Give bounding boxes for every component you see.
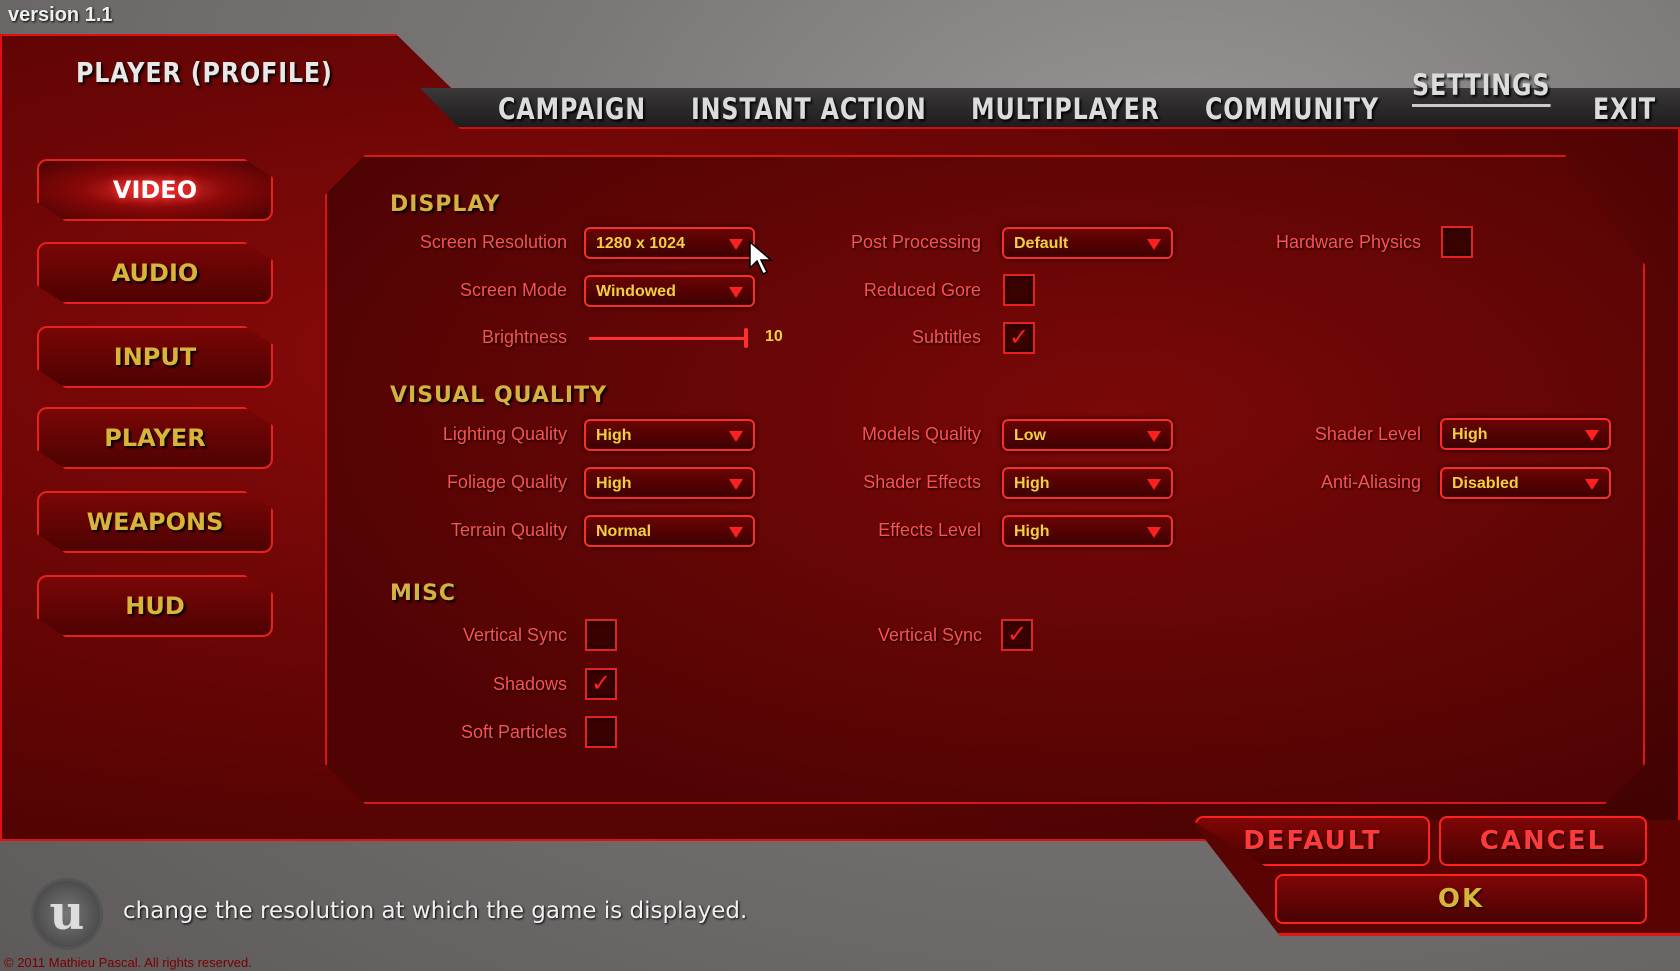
chevron-down-icon	[1147, 479, 1161, 490]
nav-exit[interactable]: EXIT	[1593, 92, 1656, 126]
shader-level-dropdown[interactable]: High	[1440, 418, 1611, 450]
screen-mode-label: Screen Mode	[459, 280, 567, 300]
sidebar-item-video[interactable]: VIDEO	[37, 159, 273, 221]
dropdown-value: High	[1014, 475, 1050, 492]
dropdown-value: High	[1452, 426, 1488, 443]
dropdown-value: Low	[1014, 427, 1046, 444]
ok-button[interactable]: OK	[1275, 874, 1647, 924]
logo-letter: u	[49, 885, 85, 941]
foliage-quality-label: Foliage Quality	[446, 472, 567, 492]
cancel-button[interactable]: CANCEL	[1439, 816, 1647, 866]
nav-instant-action[interactable]: INSTANT ACTION	[691, 92, 927, 126]
dropdown-value: High	[596, 427, 632, 444]
mouse-cursor-icon	[749, 240, 774, 276]
dropdown-value: Normal	[596, 523, 652, 540]
dropdown-value: Disabled	[1452, 475, 1519, 492]
hardware-physics-checkbox[interactable]	[1441, 226, 1473, 258]
shadows-checkbox[interactable]: ✓	[585, 668, 617, 700]
foliage-quality-dropdown[interactable]: High	[584, 467, 755, 499]
section-display-heading: DISPLAY	[390, 192, 501, 217]
models-quality-label: Models Quality	[861, 424, 981, 444]
effects-level-label: Effects Level	[878, 520, 981, 540]
hardware-physics-label: Hardware Physics	[1275, 232, 1421, 252]
check-icon: ✓	[1006, 621, 1028, 648]
reduced-gore-label: Reduced Gore	[863, 280, 981, 300]
dropdown-value: High	[1014, 523, 1050, 540]
shader-level-label: Shader Level	[1314, 424, 1421, 444]
vertical-sync-checkbox[interactable]	[585, 619, 617, 651]
help-hint-text: change the resolution at which the game …	[123, 898, 748, 924]
vertical-sync-2-checkbox[interactable]: ✓	[1001, 619, 1033, 651]
dropdown-value: High	[596, 475, 632, 492]
screen-mode-dropdown[interactable]: Windowed	[584, 275, 755, 307]
brightness-slider[interactable]	[589, 337, 747, 340]
vertical-sync-2-label: Vertical Sync	[877, 625, 982, 645]
copyright-text: © 2011 Mathieu Pascal. All rights reserv…	[4, 955, 252, 970]
section-misc-heading: MISC	[390, 581, 457, 606]
nav-settings[interactable]: SETTINGS	[1412, 68, 1551, 107]
section-visual-quality-heading: VISUAL QUALITY	[390, 383, 608, 408]
sidebar-item-audio[interactable]: AUDIO	[37, 242, 273, 304]
version-label: version 1.1	[8, 4, 113, 26]
reduced-gore-checkbox[interactable]	[1003, 274, 1035, 306]
check-icon: ✓	[1008, 324, 1030, 351]
shader-effects-dropdown[interactable]: High	[1002, 467, 1173, 499]
brightness-label: Brightness	[481, 327, 567, 347]
lighting-quality-label: Lighting Quality	[442, 424, 567, 444]
vertical-sync-label: Vertical Sync	[462, 625, 567, 645]
chevron-down-icon	[1147, 239, 1161, 250]
sidebar-item-input[interactable]: INPUT	[37, 326, 273, 388]
effects-level-dropdown[interactable]: High	[1002, 515, 1173, 547]
nav-multiplayer[interactable]: MULTIPLAYER	[971, 92, 1160, 126]
screen-resolution-label: Screen Resolution	[419, 232, 567, 252]
dropdown-value: Default	[1014, 235, 1069, 252]
sidebar-item-player[interactable]: PLAYER	[37, 407, 273, 469]
soft-particles-checkbox[interactable]	[585, 716, 617, 748]
dropdown-value: Windowed	[596, 283, 676, 300]
shadows-label: Shadows	[492, 674, 567, 694]
soft-particles-label: Soft Particles	[460, 722, 567, 742]
sidebar-item-weapons[interactable]: WEAPONS	[37, 491, 273, 553]
chevron-down-icon	[1585, 479, 1599, 490]
check-icon: ✓	[590, 670, 612, 697]
terrain-quality-dropdown[interactable]: Normal	[584, 515, 755, 547]
chevron-down-icon	[1147, 527, 1161, 538]
dropdown-value: 1280 x 1024	[596, 235, 685, 252]
subtitles-label: Subtitles	[911, 327, 981, 347]
models-quality-dropdown[interactable]: Low	[1002, 419, 1173, 451]
shader-effects-label: Shader Effects	[863, 472, 981, 492]
engine-logo: u	[31, 878, 103, 950]
terrain-quality-label: Terrain Quality	[450, 520, 567, 540]
nav-community[interactable]: COMMUNITY	[1205, 92, 1379, 126]
chevron-down-icon	[1585, 430, 1599, 441]
nav-campaign[interactable]: CAMPAIGN	[498, 92, 646, 126]
lighting-quality-dropdown[interactable]: High	[584, 419, 755, 451]
screen-resolution-dropdown[interactable]: 1280 x 1024	[584, 227, 755, 259]
anti-aliasing-label: Anti-Aliasing	[1320, 472, 1421, 492]
anti-aliasing-dropdown[interactable]: Disabled	[1440, 467, 1611, 499]
post-processing-dropdown[interactable]: Default	[1002, 227, 1173, 259]
profile-title: PLAYER (PROFILE)	[76, 56, 333, 89]
subtitles-checkbox[interactable]: ✓	[1003, 322, 1035, 354]
sidebar-item-hud[interactable]: HUD	[37, 575, 273, 637]
chevron-down-icon	[1147, 431, 1161, 442]
